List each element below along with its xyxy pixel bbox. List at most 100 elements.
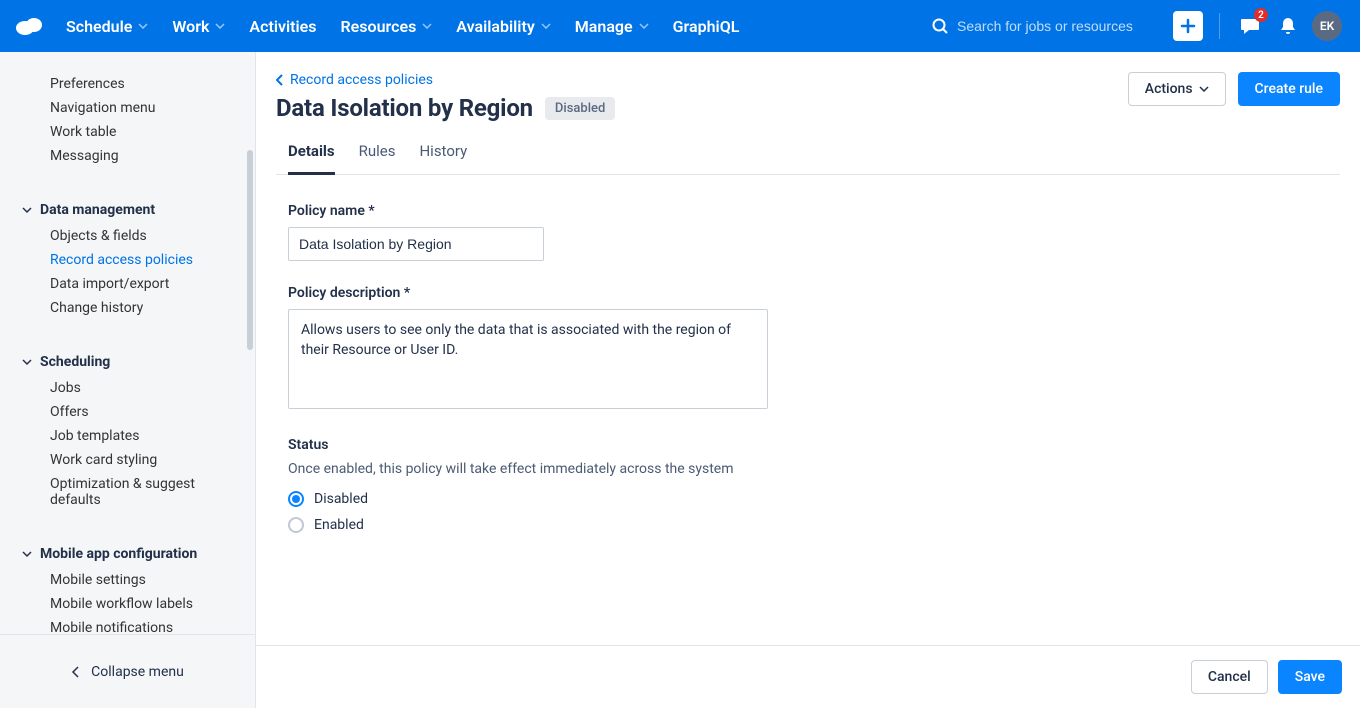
sidebar-item-mobile-workflow-labels[interactable]: Mobile workflow labels bbox=[0, 592, 249, 616]
policy-description-label: Policy description * bbox=[288, 285, 1328, 301]
nav-activities[interactable]: Activities bbox=[239, 11, 326, 42]
chevron-down-icon bbox=[22, 549, 32, 559]
save-label: Save bbox=[1295, 669, 1325, 685]
create-button[interactable] bbox=[1173, 11, 1203, 41]
create-rule-label: Create rule bbox=[1255, 81, 1323, 97]
sidebar-item-data-import-export[interactable]: Data import/export bbox=[0, 272, 249, 296]
status-radio-disabled[interactable]: Disabled bbox=[288, 491, 1328, 507]
create-rule-button[interactable]: Create rule bbox=[1238, 72, 1340, 106]
status-badge: Disabled bbox=[545, 97, 615, 120]
page-header: Record access policies Data Isolation by… bbox=[256, 52, 1360, 175]
sidebar-item-navigation-menu[interactable]: Navigation menu bbox=[0, 96, 249, 120]
radio-icon bbox=[288, 491, 304, 507]
cancel-label: Cancel bbox=[1208, 669, 1251, 685]
footer-bar: Cancel Save bbox=[256, 645, 1360, 708]
scrollbar-thumb[interactable] bbox=[247, 150, 253, 350]
page-title: Data Isolation by Region bbox=[276, 94, 533, 122]
sidebar-scroll[interactable]: Preferences Navigation menu Work table M… bbox=[0, 52, 255, 634]
nav-label: Manage bbox=[575, 17, 633, 36]
nav-resources[interactable]: Resources bbox=[331, 11, 443, 42]
radio-icon bbox=[288, 517, 304, 533]
sidebar-item-mobile-settings[interactable]: Mobile settings bbox=[0, 568, 249, 592]
sidebar-item-preferences[interactable]: Preferences bbox=[0, 72, 249, 96]
chevron-down-icon bbox=[1199, 86, 1209, 92]
sidebar-item-jobs[interactable]: Jobs bbox=[0, 376, 249, 400]
section-title: Scheduling bbox=[40, 354, 110, 370]
tab-details[interactable]: Details bbox=[288, 142, 335, 175]
policy-description-field: Policy description * bbox=[288, 285, 1328, 413]
chevron-down-icon bbox=[22, 357, 32, 367]
main-panel: Record access policies Data Isolation by… bbox=[256, 52, 1360, 708]
nav-work[interactable]: Work bbox=[162, 11, 235, 42]
status-field: Status Once enabled, this policy will ta… bbox=[288, 437, 1328, 533]
nav-label: Activities bbox=[249, 17, 316, 36]
divider bbox=[1219, 13, 1220, 39]
chat-button[interactable]: 2 bbox=[1236, 12, 1264, 40]
breadcrumb[interactable]: Record access policies bbox=[276, 72, 615, 88]
status-radio-enabled[interactable]: Enabled bbox=[288, 517, 1328, 533]
policy-name-input[interactable] bbox=[288, 227, 544, 261]
avatar[interactable]: EK bbox=[1312, 11, 1342, 41]
chevron-down-icon bbox=[422, 23, 432, 29]
sidebar-item-mobile-notifications[interactable]: Mobile notifications bbox=[0, 616, 249, 634]
avatar-initials: EK bbox=[1320, 19, 1334, 33]
global-search[interactable] bbox=[925, 13, 1163, 39]
chevron-down-icon bbox=[138, 23, 148, 29]
section-title: Data management bbox=[40, 202, 155, 218]
top-bar: Schedule Work Activities Resources Avail… bbox=[0, 0, 1360, 52]
save-button[interactable]: Save bbox=[1278, 660, 1342, 694]
breadcrumb-label: Record access policies bbox=[290, 72, 433, 88]
sidebar-section-scheduling[interactable]: Scheduling bbox=[0, 342, 249, 376]
nav-schedule[interactable]: Schedule bbox=[56, 11, 158, 42]
sidebar-item-objects-fields[interactable]: Objects & fields bbox=[0, 224, 249, 248]
policy-name-field: Policy name * bbox=[288, 203, 1328, 261]
sidebar-section-mobile-config[interactable]: Mobile app configuration bbox=[0, 534, 249, 568]
radio-label: Enabled bbox=[314, 517, 364, 533]
actions-label: Actions bbox=[1145, 81, 1193, 97]
cloud-logo-icon bbox=[14, 15, 44, 37]
nav-label: Schedule bbox=[66, 17, 132, 36]
nav-manage[interactable]: Manage bbox=[565, 11, 659, 42]
cancel-button[interactable]: Cancel bbox=[1191, 660, 1268, 694]
sidebar-item-optimization-defaults[interactable]: Optimization & suggest defaults bbox=[0, 472, 249, 512]
nav-graphiql[interactable]: GraphiQL bbox=[663, 11, 750, 42]
chevron-down-icon bbox=[22, 205, 32, 215]
bell-icon bbox=[1278, 16, 1298, 36]
sidebar-section-data-management[interactable]: Data management bbox=[0, 190, 249, 224]
sidebar-item-change-history[interactable]: Change history bbox=[0, 296, 249, 320]
plus-icon bbox=[1180, 18, 1196, 34]
tab-rules[interactable]: Rules bbox=[359, 142, 396, 174]
chevron-down-icon bbox=[541, 23, 551, 29]
chat-badge: 2 bbox=[1254, 8, 1268, 22]
nav-availability[interactable]: Availability bbox=[446, 11, 560, 42]
top-right: 2 EK bbox=[925, 11, 1342, 41]
sidebar: Preferences Navigation menu Work table M… bbox=[0, 52, 256, 708]
actions-button[interactable]: Actions bbox=[1128, 72, 1226, 106]
sidebar-item-record-access-policies[interactable]: Record access policies bbox=[0, 248, 249, 272]
top-nav: Schedule Work Activities Resources Avail… bbox=[56, 11, 749, 42]
tab-history[interactable]: History bbox=[419, 142, 467, 174]
sidebar-item-work-card-styling[interactable]: Work card styling bbox=[0, 448, 249, 472]
status-help-text: Once enabled, this policy will take effe… bbox=[288, 461, 1328, 477]
nav-label: Availability bbox=[456, 17, 534, 36]
chevron-down-icon bbox=[215, 23, 225, 29]
form-area: Policy name * Policy description * Statu… bbox=[256, 175, 1360, 645]
chevron-left-icon bbox=[71, 666, 81, 678]
logo[interactable] bbox=[14, 15, 44, 37]
collapse-menu-button[interactable]: Collapse menu bbox=[0, 634, 255, 708]
sidebar-item-work-table[interactable]: Work table bbox=[0, 120, 249, 144]
section-title: Mobile app configuration bbox=[40, 546, 197, 562]
sidebar-item-job-templates[interactable]: Job templates bbox=[0, 424, 249, 448]
sidebar-item-messaging[interactable]: Messaging bbox=[0, 144, 249, 168]
search-input[interactable] bbox=[957, 18, 1157, 34]
nav-label: Resources bbox=[341, 17, 417, 36]
search-icon bbox=[931, 17, 949, 35]
nav-label: GraphiQL bbox=[673, 17, 740, 36]
policy-description-input[interactable] bbox=[288, 309, 768, 409]
radio-label: Disabled bbox=[314, 491, 368, 507]
notifications-button[interactable] bbox=[1274, 12, 1302, 40]
header-actions: Actions Create rule bbox=[1128, 72, 1340, 106]
sidebar-item-offers[interactable]: Offers bbox=[0, 400, 249, 424]
status-label: Status bbox=[288, 437, 1328, 453]
nav-label: Work bbox=[172, 17, 209, 36]
